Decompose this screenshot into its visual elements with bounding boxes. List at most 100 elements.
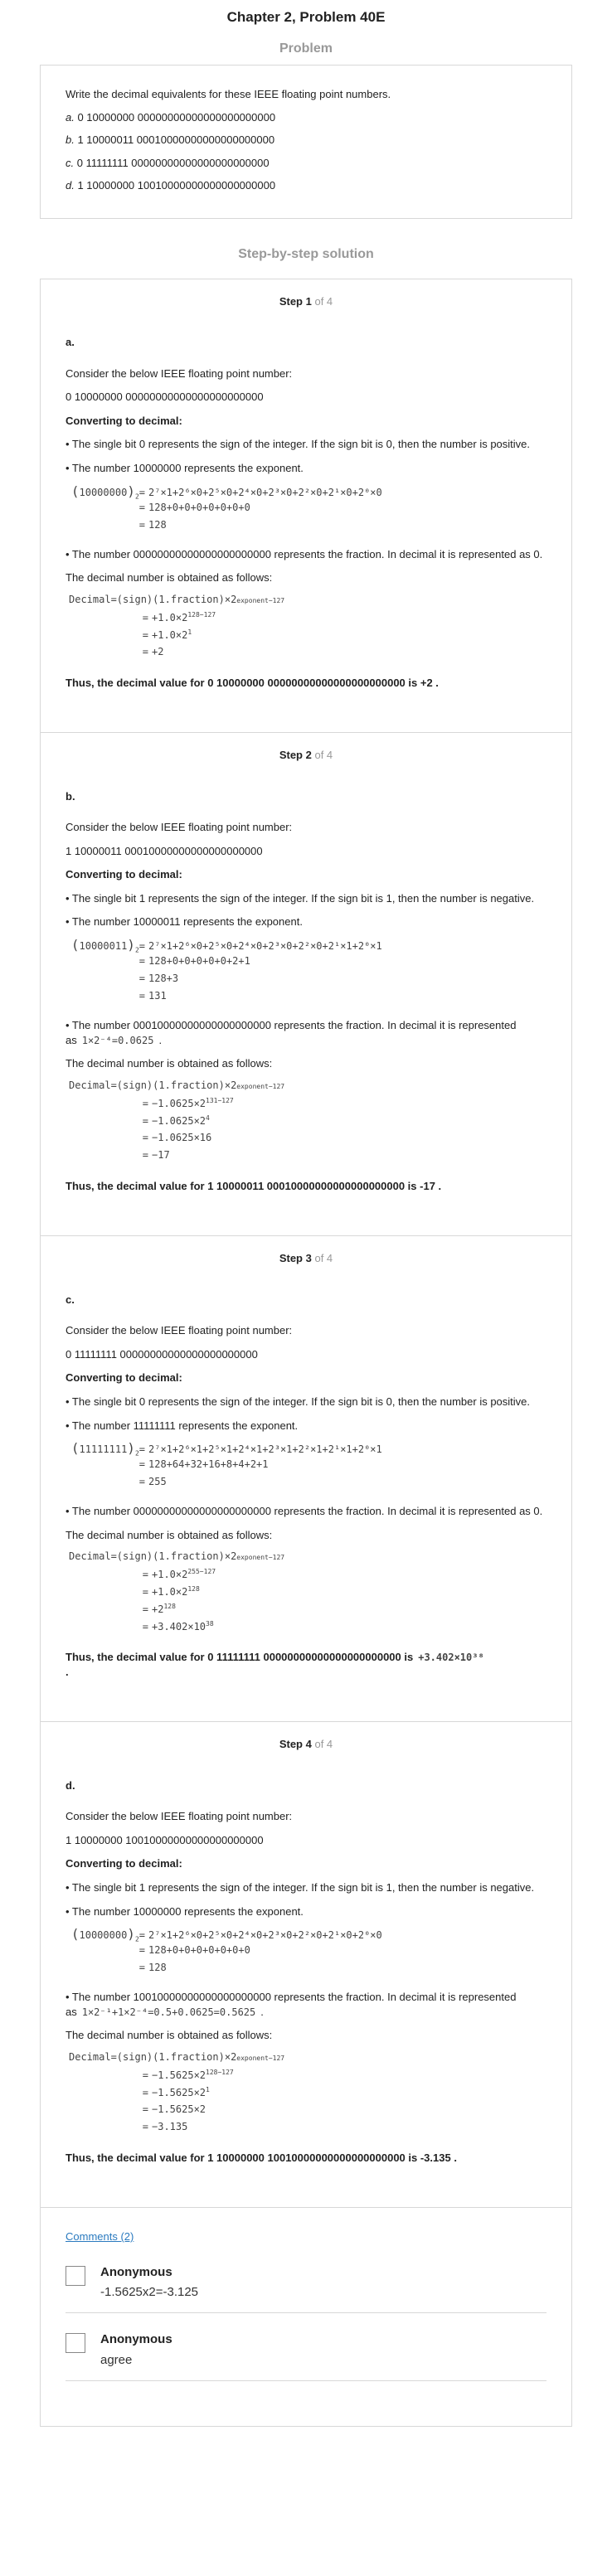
problem-item: a. 0 10000000 00000000000000000000000 xyxy=(66,110,546,125)
fraction-math: 1×2⁻⁴=0.0625 xyxy=(81,1034,154,1046)
decimal-indent: = xyxy=(142,1114,148,1127)
sign-text: • The single bit 1 represents the sign o… xyxy=(66,891,535,905)
equation-lhs: (10000011)2= xyxy=(70,937,145,954)
converting-heading: Converting to decimal: xyxy=(66,1857,182,1870)
steps-list: Step 1 of 4 a. Consider the below IEEE flo… xyxy=(41,279,571,2208)
decimal-indent: = xyxy=(142,1603,148,1616)
exponent-bits: 11111111 xyxy=(79,1443,128,1456)
exponent-text: • The number 10000000 represents the exp… xyxy=(66,462,304,475)
decimal-value: +1.0×2128 xyxy=(152,1585,200,1598)
ieee-number: 0 10000000 00000000000000000000000 xyxy=(66,391,264,404)
decimal-row: = +1.0×2128−127 xyxy=(69,610,546,629)
decimal-formula-exponent: exponent−127 xyxy=(236,2054,285,2062)
decimal-row: = −1.5625×2 xyxy=(69,2104,546,2122)
equation-row: (11111111)2= 2⁷×1+2⁶×1+2⁵×1+2⁴×1+2³×1+2²×… xyxy=(66,1442,546,1459)
equation-rhs: 128+0+0+0+0+0+0+0 xyxy=(148,1944,250,1957)
decimal-indent: = xyxy=(142,2069,148,2081)
decimal-value: −1.5625×21 xyxy=(152,2085,210,2098)
step-section: Step 4 of 4 d. Consider the below IEEE flo… xyxy=(41,1721,571,2207)
comments-link[interactable]: Comments (2) xyxy=(66,2229,134,2244)
equation-rhs: 131 xyxy=(148,990,167,1002)
decimal-row: = −1.0625×2131−127 xyxy=(69,1097,546,1115)
problem-item-value: 1 10000000 10010000000000000000000 xyxy=(77,179,276,192)
equation-lhs: = xyxy=(138,501,145,513)
comment: Anonymous -1.5625x2=-3.125 xyxy=(66,2258,546,2314)
fraction-text: • The number 10010000000000000000000 rep… xyxy=(66,1991,517,2018)
comment-author: Anonymous xyxy=(100,2332,172,2347)
equation-lhs: = xyxy=(138,518,145,531)
exponent-text: • The number 10000000 represents the exp… xyxy=(66,1904,304,1918)
problem-item-label: b. xyxy=(66,133,75,147)
problem-item-value: 1 10000011 00010000000000000000000 xyxy=(77,133,275,147)
equation-lhs: = xyxy=(138,955,145,968)
step-of: of 4 xyxy=(314,1252,333,1265)
equation-row: = 128 xyxy=(66,1962,546,1980)
step-section: Step 3 of 4 c. Consider the below IEEE flo… xyxy=(41,1235,571,1721)
decimal-row: = +1.0×2128 xyxy=(69,1586,546,1603)
decimal-indent: = xyxy=(142,2086,148,2098)
part-label: b. xyxy=(66,789,75,803)
decimal-value: +1.0×2128−127 xyxy=(152,610,216,623)
decimal-value: +3.402×1038 xyxy=(152,1620,214,1633)
avatar xyxy=(66,2265,85,2286)
step-header: Step 3 of 4 xyxy=(66,1251,546,1266)
avatar xyxy=(66,2333,85,2354)
conclusion-text: Thus, the decimal value for 1 10000011 0… xyxy=(66,1179,442,1192)
fraction-text: • The number 00010000000000000000000 rep… xyxy=(66,1019,517,1046)
problem-item-label: a. xyxy=(66,110,75,124)
fraction-text: • The number 00000000000000000000000 rep… xyxy=(66,1504,546,1519)
problem-item-value: 0 10000000 00000000000000000000000 xyxy=(77,110,276,124)
decimal-value: −17 xyxy=(152,1148,170,1161)
conclusion-text: Thus, the decimal value for 1 10000000 1… xyxy=(66,2151,457,2164)
decimal-indent: = xyxy=(142,1148,148,1161)
equation-row: (10000011)2= 2⁷×1+2⁶×0+2⁵×0+2⁴×0+2³×0+2²×… xyxy=(66,939,546,956)
decimal-derivation: Decimal=(sign)(1.fraction)×2 exponent−127… xyxy=(69,1551,546,1638)
equation-rhs: 2⁷×1+2⁶×0+2⁵×0+2⁴×0+2³×0+2²×0+2¹×1+2⁰×1 xyxy=(148,940,382,953)
step-label: Step 4 xyxy=(279,1738,312,1751)
sign-text: • The single bit 1 represents the sign o… xyxy=(66,1880,535,1894)
fraction-desc: • The number 00000000000000000000000 rep… xyxy=(66,1505,543,1518)
equation-row: = 128+0+0+0+0+0+2+1 xyxy=(66,956,546,973)
decimal-row: = +2 xyxy=(69,647,546,664)
ieee-number: 1 10000000 10010000000000000000000 xyxy=(66,1833,264,1846)
comments-section: Comments (2) Anonymous -1.5625x2=-3.125 An… xyxy=(41,2207,571,2426)
decimal-value: −3.135 xyxy=(152,2120,188,2132)
equation-row: (10000000)2= 2⁷×1+2⁶×0+2⁵×0+2⁴×0+2³×0+2²×… xyxy=(66,484,546,502)
equation-lhs: = xyxy=(138,990,145,1002)
equation-lhs: = xyxy=(138,1962,145,1974)
equation-lhs: = xyxy=(138,1458,145,1471)
equation-rhs: 2⁷×1+2⁶×0+2⁵×0+2⁴×0+2³×0+2²×0+2¹×0+2⁰×0 xyxy=(148,486,382,498)
equation-lhs: (11111111)2= xyxy=(70,1440,145,1458)
decimal-formula-text: Decimal=(sign)(1.fraction)×2 xyxy=(69,2050,237,2063)
problem-item-label: d. xyxy=(66,179,75,192)
step-header: Step 2 of 4 xyxy=(66,748,546,763)
problem-item: d. 1 10000000 10010000000000000000000 xyxy=(66,178,546,193)
exponent-text: • The number 10000011 represents the exp… xyxy=(66,915,303,929)
step-header: Step 4 of 4 xyxy=(66,1737,546,1752)
equation-row: = 128+3 xyxy=(66,973,546,991)
decimal-value: −1.5625×2 xyxy=(152,2103,206,2115)
equation-row: = 128+0+0+0+0+0+0+0 xyxy=(66,1945,546,1962)
step-section: Step 2 of 4 b. Consider the below IEEE flo… xyxy=(41,732,571,1235)
converting-heading: Converting to decimal: xyxy=(66,1371,182,1385)
consider-text: Consider the below IEEE floating point n… xyxy=(66,1810,293,1823)
problem-item: b. 1 10000011 00010000000000000000000 xyxy=(66,133,546,148)
decimal-formula-text: Decimal=(sign)(1.fraction)×2 xyxy=(69,1079,237,1091)
equation-row: (10000000)2= 2⁷×1+2⁶×0+2⁵×0+2⁴×0+2³×0+2²×… xyxy=(66,1928,546,1945)
decimal-formula-exponent: exponent−127 xyxy=(236,1554,285,1562)
problem-heading: Problem xyxy=(279,41,333,56)
decimal-indent: = xyxy=(142,2103,148,2115)
decimal-formula-exponent: exponent−127 xyxy=(236,596,285,604)
obtained-text: The decimal number is obtained as follow… xyxy=(66,571,273,585)
page-title: Chapter 2, Problem 40E xyxy=(226,9,386,25)
step-header: Step 1 of 4 xyxy=(66,294,546,309)
decimal-row: = +1.0×21 xyxy=(69,628,546,647)
equation-rhs: 2⁷×1+2⁶×1+2⁵×1+2⁴×1+2³×1+2²×1+2¹×1+2⁰×1 xyxy=(148,1443,382,1456)
step-of: of 4 xyxy=(314,1738,333,1751)
comment-text: agree xyxy=(100,2352,133,2367)
problem-item-value: 0 11111111 00000000000000000000000 xyxy=(76,156,270,169)
equation-rhs: 128+3 xyxy=(148,973,179,985)
problem-items: a. 0 10000000 00000000000000000000000 b. … xyxy=(66,110,546,193)
decimal-formula: Decimal=(sign)(1.fraction)×2 exponent−127 xyxy=(69,1080,546,1098)
step-label: Step 3 xyxy=(279,1252,312,1265)
